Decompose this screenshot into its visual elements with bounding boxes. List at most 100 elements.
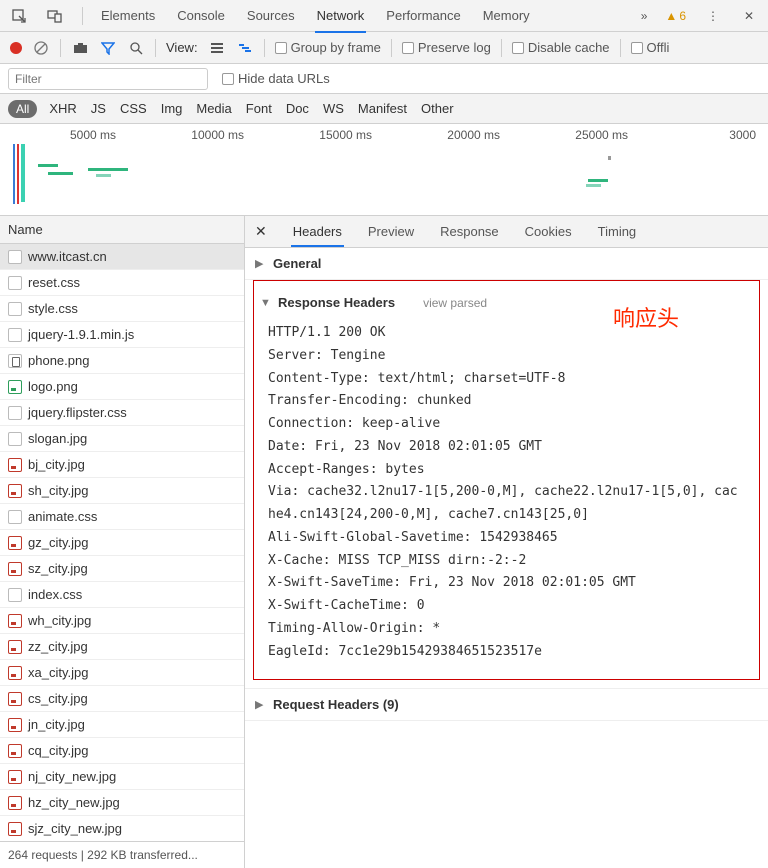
detail-tab-cookies[interactable]: Cookies	[525, 217, 572, 246]
type-filter-bar: All XHR JS CSS Img Media Font Doc WS Manifest Oth…	[0, 94, 768, 124]
request-item[interactable]: cs_city.jpg	[0, 686, 244, 712]
name-column-header[interactable]: Name	[0, 216, 244, 244]
timeline-label: 15000 ms	[256, 128, 384, 142]
disable-cache-checkbox[interactable]: Disable cache	[512, 40, 610, 55]
request-item[interactable]: sjz_city_new.jpg	[0, 816, 244, 841]
request-item[interactable]: wh_city.jpg	[0, 608, 244, 634]
request-item[interactable]: jn_city.jpg	[0, 712, 244, 738]
request-item[interactable]: gz_city.jpg	[0, 530, 244, 556]
view-parsed-link[interactable]: view parsed	[423, 296, 487, 310]
request-item[interactable]: www.itcast.cn	[0, 244, 244, 270]
file-icon	[8, 692, 22, 706]
timeline-label: 10000 ms	[128, 128, 256, 142]
request-item[interactable]: slogan.jpg	[0, 426, 244, 452]
file-icon	[8, 744, 22, 758]
panel-tab-console[interactable]: Console	[177, 8, 225, 23]
offline-checkbox[interactable]: Offli	[631, 40, 670, 55]
request-name: cq_city.jpg	[28, 743, 88, 758]
filter-icon[interactable]	[99, 39, 117, 57]
panel-tab-elements[interactable]: Elements	[101, 8, 155, 23]
view-label: View:	[166, 40, 198, 55]
file-icon	[8, 640, 22, 654]
request-name: sh_city.jpg	[28, 483, 88, 498]
warning-badge[interactable]: ▲ 6	[665, 9, 686, 23]
request-item[interactable]: index.css	[0, 582, 244, 608]
request-item[interactable]: bj_city.jpg	[0, 452, 244, 478]
hide-data-urls-checkbox[interactable]: Hide data URLs	[222, 71, 330, 86]
request-item[interactable]: style.css	[0, 296, 244, 322]
request-item[interactable]: logo.png	[0, 374, 244, 400]
file-icon	[8, 302, 22, 316]
menu-icon[interactable]: ⋮	[704, 7, 722, 25]
more-tabs[interactable]: »	[641, 9, 648, 23]
type-filter-js[interactable]: JS	[91, 101, 106, 116]
request-item[interactable]: sh_city.jpg	[0, 478, 244, 504]
response-headers-content: HTTP/1.1 200 OK Server: Tengine Content-…	[258, 318, 755, 673]
file-icon	[8, 666, 22, 680]
large-rows-icon[interactable]	[208, 39, 226, 57]
request-item[interactable]: sz_city.jpg	[0, 556, 244, 582]
close-icon[interactable]: ✕	[740, 7, 758, 25]
inspect-icon[interactable]	[10, 7, 28, 25]
detail-tab-timing[interactable]: Timing	[598, 217, 637, 246]
type-filter-xhr[interactable]: XHR	[49, 101, 76, 116]
detail-tab-response[interactable]: Response	[440, 217, 499, 246]
file-icon	[8, 458, 22, 472]
request-name: nj_city_new.jpg	[28, 769, 116, 784]
record-button[interactable]	[10, 42, 22, 54]
preserve-log-checkbox[interactable]: Preserve log	[402, 40, 491, 55]
device-toggle-icon[interactable]	[46, 7, 64, 25]
close-details-icon[interactable]: ✕	[255, 223, 273, 240]
file-icon	[8, 380, 22, 394]
capture-screenshots-icon[interactable]	[71, 39, 89, 57]
filter-input[interactable]	[8, 68, 208, 90]
type-filter-other[interactable]: Other	[421, 101, 454, 116]
request-item[interactable]: animate.css	[0, 504, 244, 530]
type-filter-img[interactable]: Img	[161, 101, 183, 116]
request-item[interactable]: xa_city.jpg	[0, 660, 244, 686]
request-item[interactable]: zz_city.jpg	[0, 634, 244, 660]
separator	[155, 39, 156, 57]
request-headers-section-header[interactable]: ▶ Request Headers (9)	[245, 689, 768, 720]
detail-tab-headers[interactable]: Headers	[293, 217, 342, 246]
type-filter-doc[interactable]: Doc	[286, 101, 309, 116]
type-filter-ws[interactable]: WS	[323, 101, 344, 116]
separator	[264, 39, 265, 57]
request-item[interactable]: hz_city_new.jpg	[0, 790, 244, 816]
request-item[interactable]: jquery-1.9.1.min.js	[0, 322, 244, 348]
request-name: slogan.jpg	[28, 431, 87, 446]
clear-icon[interactable]	[32, 39, 50, 57]
request-name: jn_city.jpg	[28, 717, 85, 732]
file-icon	[8, 432, 22, 446]
request-item[interactable]: cq_city.jpg	[0, 738, 244, 764]
panel-tab-network[interactable]: Network	[317, 8, 365, 23]
search-icon[interactable]	[127, 39, 145, 57]
general-section-header[interactable]: ▶ General	[245, 248, 768, 279]
panel-tab-performance[interactable]: Performance	[386, 8, 460, 23]
type-all[interactable]: All	[8, 100, 37, 118]
request-item[interactable]: nj_city_new.jpg	[0, 764, 244, 790]
chevron-right-icon: ▶	[255, 257, 265, 270]
panel-tab-sources[interactable]: Sources	[247, 8, 295, 23]
type-filter-css[interactable]: CSS	[120, 101, 147, 116]
request-name: gz_city.jpg	[28, 535, 88, 550]
detail-tab-preview[interactable]: Preview	[368, 217, 414, 246]
type-filter-font[interactable]: Font	[246, 101, 272, 116]
waterfall-icon[interactable]	[236, 39, 254, 57]
annotation: 响应头	[613, 301, 679, 333]
request-name: sjz_city_new.jpg	[28, 821, 122, 836]
request-name: jquery.flipster.css	[28, 405, 127, 420]
response-headers-section-header[interactable]: ▼ Response Headers view parsed	[258, 287, 755, 318]
panel-tab-memory[interactable]: Memory	[483, 8, 530, 23]
request-name: hz_city_new.jpg	[28, 795, 120, 810]
type-filter-manifest[interactable]: Manifest	[358, 101, 407, 116]
request-item[interactable]: phone.png	[0, 348, 244, 374]
file-icon	[8, 718, 22, 732]
request-item[interactable]: reset.css	[0, 270, 244, 296]
group-by-frame-checkbox[interactable]: Group by frame	[275, 40, 381, 55]
type-filter-media[interactable]: Media	[196, 101, 231, 116]
file-icon	[8, 796, 22, 810]
timeline-overview[interactable]: 5000 ms10000 ms15000 ms20000 ms25000 ms3…	[0, 124, 768, 216]
request-item[interactable]: jquery.flipster.css	[0, 400, 244, 426]
request-name: bj_city.jpg	[28, 457, 85, 472]
